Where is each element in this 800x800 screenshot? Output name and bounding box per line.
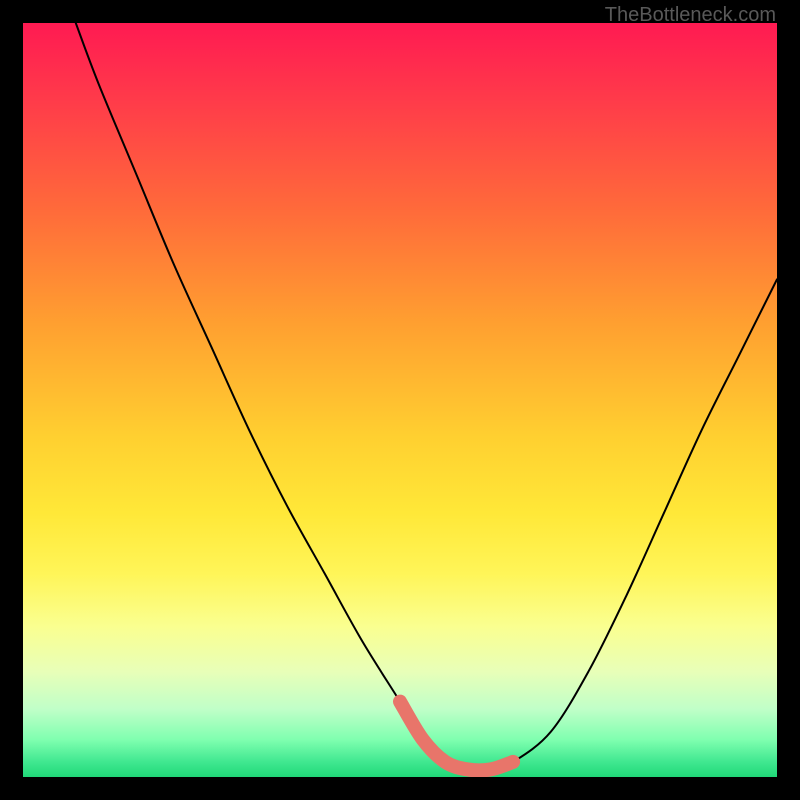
main-curve [76, 23, 777, 770]
highlight-segment [400, 702, 513, 771]
chart-svg [23, 23, 777, 777]
watermark-label: TheBottleneck.com [605, 4, 776, 27]
chart-container: TheBottleneck.com [0, 0, 800, 800]
plot-area [23, 23, 777, 777]
